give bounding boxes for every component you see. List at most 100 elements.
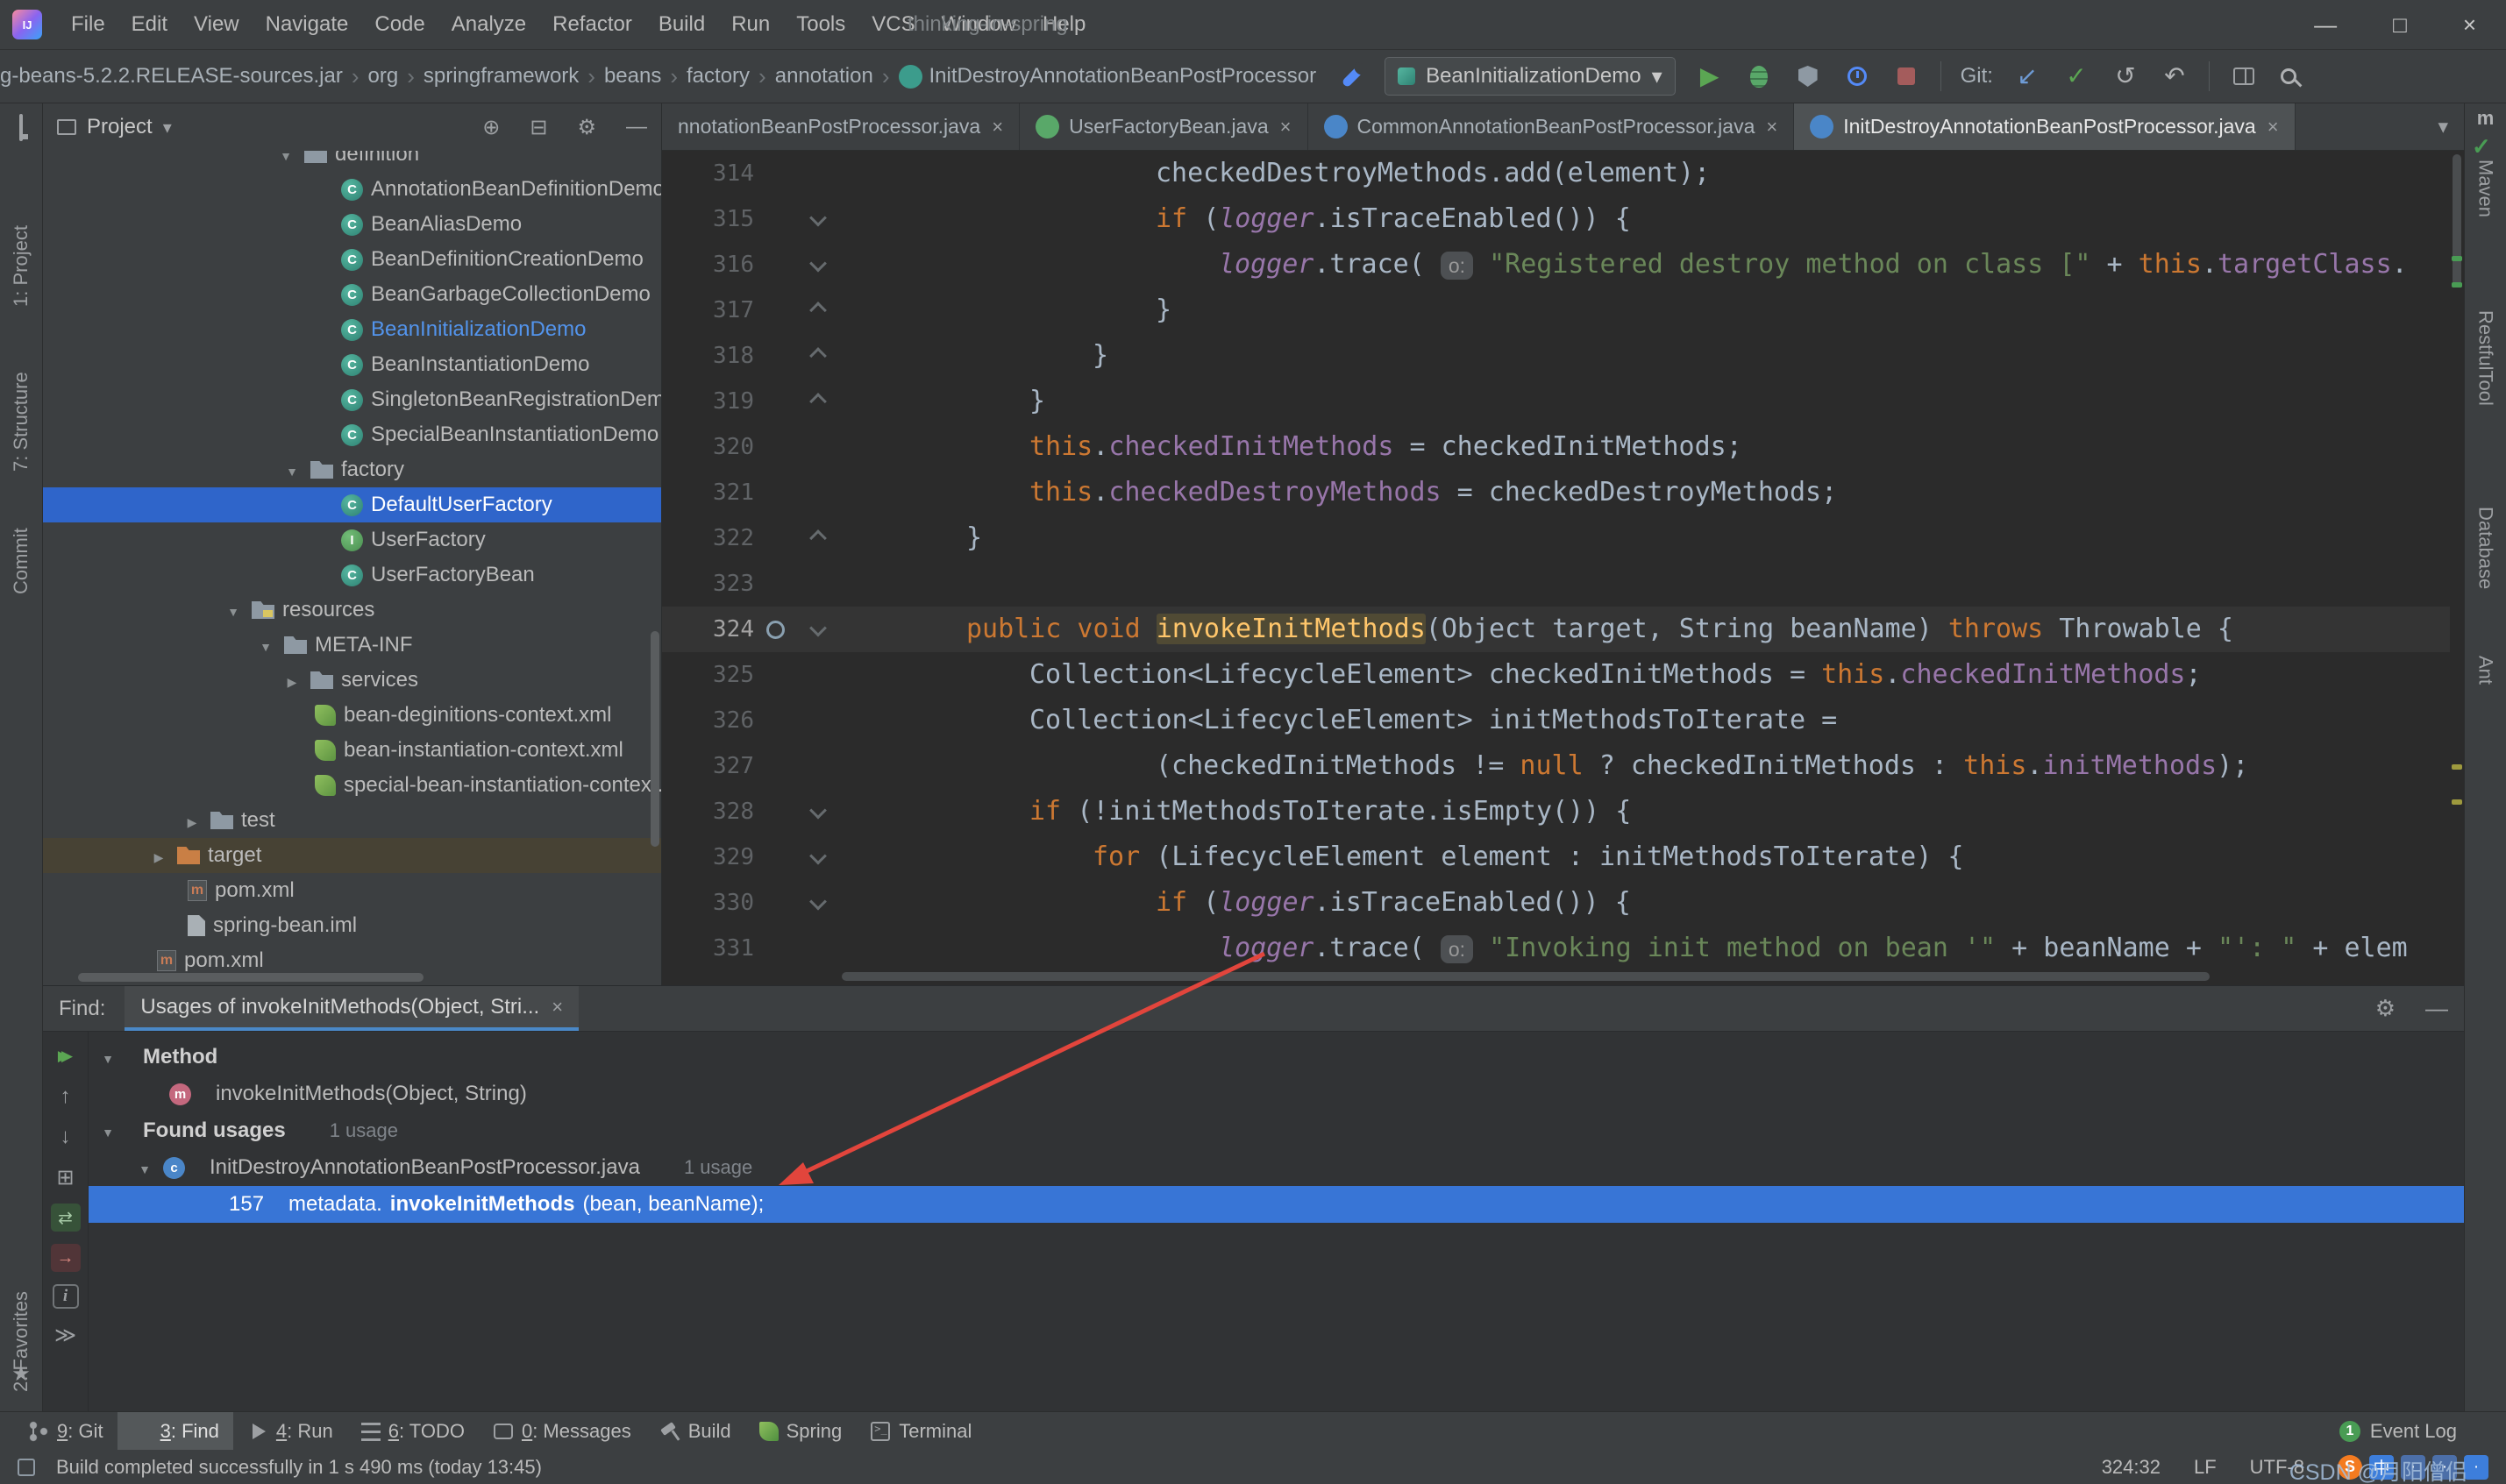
code-line[interactable]: 320 this.checkedInitMethods = checkedIni…: [662, 424, 2450, 470]
tree-row[interactable]: BeanDefinitionCreationDemo: [43, 242, 661, 277]
fold-marker-icon[interactable]: [796, 652, 840, 698]
tree-item-label[interactable]: BeanDefinitionCreationDemo: [371, 247, 644, 272]
find-result-row[interactable]: Found usages 1 usage: [89, 1112, 2464, 1149]
hide-panel-button[interactable]: —: [626, 115, 647, 139]
run-configuration-select[interactable]: BeanInitializationDemo ▾: [1385, 57, 1676, 96]
next-occurrence-icon[interactable]: ↓: [51, 1123, 81, 1151]
tree-row[interactable]: special-bean-instantiation-context.xml: [43, 768, 661, 803]
tree-row[interactable]: UserFactoryBean: [43, 557, 661, 593]
line-ending[interactable]: LF: [2194, 1456, 2217, 1479]
code-line[interactable]: 324 public void invokeInitMethods(Object…: [662, 607, 2450, 652]
status-icon[interactable]: [18, 1459, 35, 1476]
code-line[interactable]: 321 this.checkedDestroyMethods = checked…: [662, 470, 2450, 515]
fold-marker-icon[interactable]: [796, 424, 840, 470]
tree-item-label[interactable]: pom.xml: [215, 878, 295, 903]
close-icon[interactable]: ×: [2268, 116, 2279, 138]
code-line[interactable]: 314 checkedDestroyMethods.add(element);: [662, 151, 2450, 196]
tree-row[interactable]: definition: [43, 151, 661, 172]
tree-item-label[interactable]: test: [241, 808, 275, 833]
tab-list-icon[interactable]: ▾: [2438, 115, 2448, 138]
tree-row[interactable]: resources: [43, 593, 661, 628]
gutter-annotation-icon[interactable]: [754, 333, 796, 379]
fold-marker-icon[interactable]: [796, 789, 840, 834]
breadcrumb-item[interactable]: factory ›: [687, 63, 775, 90]
sidebar-item-ant[interactable]: Ant: [2465, 656, 2506, 726]
gutter-annotation-icon[interactable]: [754, 926, 796, 971]
tree-item-label[interactable]: DefaultUserFactory: [371, 493, 552, 517]
tree-item-label[interactable]: pom.xml: [184, 948, 264, 973]
chevron-icon[interactable]: [275, 151, 296, 167]
tree-item-label[interactable]: META-INF: [315, 633, 413, 657]
menu-item[interactable]: Edit: [118, 5, 181, 44]
event-log-button[interactable]: 1 Event Log: [2339, 1420, 2506, 1443]
group-by-icon[interactable]: ⊞: [51, 1163, 81, 1191]
tree-item-label[interactable]: factory: [341, 458, 404, 482]
chevron-icon[interactable]: [134, 1155, 155, 1180]
find-result-row[interactable]: invokeInitMethods(Object, String): [89, 1076, 2464, 1112]
gutter-annotation-icon[interactable]: [754, 561, 796, 607]
fold-marker-icon[interactable]: [796, 926, 840, 971]
file-encoding[interactable]: UTF-8: [2250, 1456, 2304, 1479]
code-line[interactable]: 331 logger.trace( o: "Invoking init meth…: [662, 926, 2450, 971]
code-line[interactable]: 328 if (!initMethodsToIterate.isEmpty())…: [662, 789, 2450, 834]
gutter-annotation-icon[interactable]: [754, 470, 796, 515]
editor-tab[interactable]: InitDestroyAnnotationBeanPostProcessor.j…: [1794, 103, 2295, 150]
fold-marker-icon[interactable]: [796, 743, 840, 789]
chevron-icon[interactable]: [97, 1118, 118, 1143]
layout-button[interactable]: [2229, 67, 2259, 85]
sidebar-item-maven[interactable]: Maven: [2465, 160, 2506, 282]
tool-window-button[interactable]: 9: Git: [14, 1412, 117, 1450]
gear-icon[interactable]: ⚙: [2375, 995, 2396, 1022]
tree-row[interactable]: SpecialBeanInstantiationDemo: [43, 417, 661, 452]
locate-file-button[interactable]: ⊕: [482, 115, 500, 140]
project-view-title[interactable]: Project: [87, 115, 153, 139]
fold-marker-icon[interactable]: [796, 470, 840, 515]
tree-row[interactable]: BeanAliasDemo: [43, 207, 661, 242]
breadcrumb-label[interactable]: g-beans-5.2.2.RELEASE-sources.jar: [0, 64, 343, 89]
tree-row[interactable]: BeanInstantiationDemo: [43, 347, 661, 382]
chevron-icon[interactable]: [223, 598, 244, 622]
tree-item-label[interactable]: UserFactory: [371, 528, 486, 552]
menu-item[interactable]: File: [58, 5, 118, 44]
find-tab-label[interactable]: Usages of invokeInitMethods(Object, Stri…: [140, 995, 539, 1019]
tree-item-label[interactable]: UserFactoryBean: [371, 563, 535, 587]
code-line[interactable]: 327 (checkedInitMethods != null ? checke…: [662, 743, 2450, 789]
tree-item-label[interactable]: bean-instantiation-context.xml: [344, 738, 623, 763]
ime-button[interactable]: ·: [2464, 1455, 2488, 1480]
run-button[interactable]: ▶: [1695, 64, 1725, 89]
tree-row[interactable]: SingletonBeanRegistrationDemo: [43, 382, 661, 417]
ime-language[interactable]: 中: [2369, 1455, 2394, 1480]
gutter-annotation-icon[interactable]: [754, 379, 796, 424]
code-line[interactable]: 329 for (LifecycleElement element : init…: [662, 834, 2450, 880]
tree-item-label[interactable]: spring-bean.iml: [213, 913, 357, 938]
fold-marker-icon[interactable]: [796, 242, 840, 288]
commit-button[interactable]: ✓: [2061, 64, 2091, 89]
stop-button[interactable]: [1891, 67, 1921, 85]
project-horizontal-scrollbar[interactable]: [78, 973, 424, 982]
tree-item-label[interactable]: BeanGarbageCollectionDemo: [371, 282, 651, 307]
tree-item-label[interactable]: BeanInstantiationDemo: [371, 352, 590, 377]
gear-icon[interactable]: ⚙: [577, 115, 596, 140]
close-icon[interactable]: ×: [992, 116, 1003, 138]
autoscroll-icon[interactable]: ⇄: [51, 1204, 81, 1232]
chevron-icon[interactable]: [281, 458, 303, 482]
tree-row[interactable]: target: [43, 838, 661, 873]
tool-window-button[interactable]: 4: Run: [233, 1412, 347, 1450]
tool-window-icon[interactable]: [19, 116, 23, 140]
tree-row[interactable]: factory: [43, 452, 661, 487]
menu-item[interactable]: Navigate: [253, 5, 362, 44]
chevron-icon[interactable]: [281, 668, 303, 692]
breadcrumb-item[interactable]: beans ›: [604, 63, 687, 90]
find-result-row[interactable]: Method: [89, 1039, 2464, 1076]
find-tab[interactable]: Usages of invokeInitMethods(Object, Stri…: [125, 986, 579, 1031]
event-log-label[interactable]: Event Log: [2370, 1420, 2457, 1443]
fold-marker-icon[interactable]: [796, 880, 840, 926]
tab-label[interactable]: UserFactoryBean.java: [1069, 115, 1269, 138]
code-line[interactable]: 316 logger.trace( o: "Registered destroy…: [662, 242, 2450, 288]
tree-row[interactable]: AnnotationBeanDefinitionDemo: [43, 172, 661, 207]
menu-item[interactable]: Refactor: [539, 5, 645, 44]
code-line[interactable]: 322 }: [662, 515, 2450, 561]
tree-item-label[interactable]: BeanAliasDemo: [371, 212, 522, 237]
tree-row[interactable]: services: [43, 663, 661, 698]
tree-row[interactable]: test: [43, 803, 661, 838]
